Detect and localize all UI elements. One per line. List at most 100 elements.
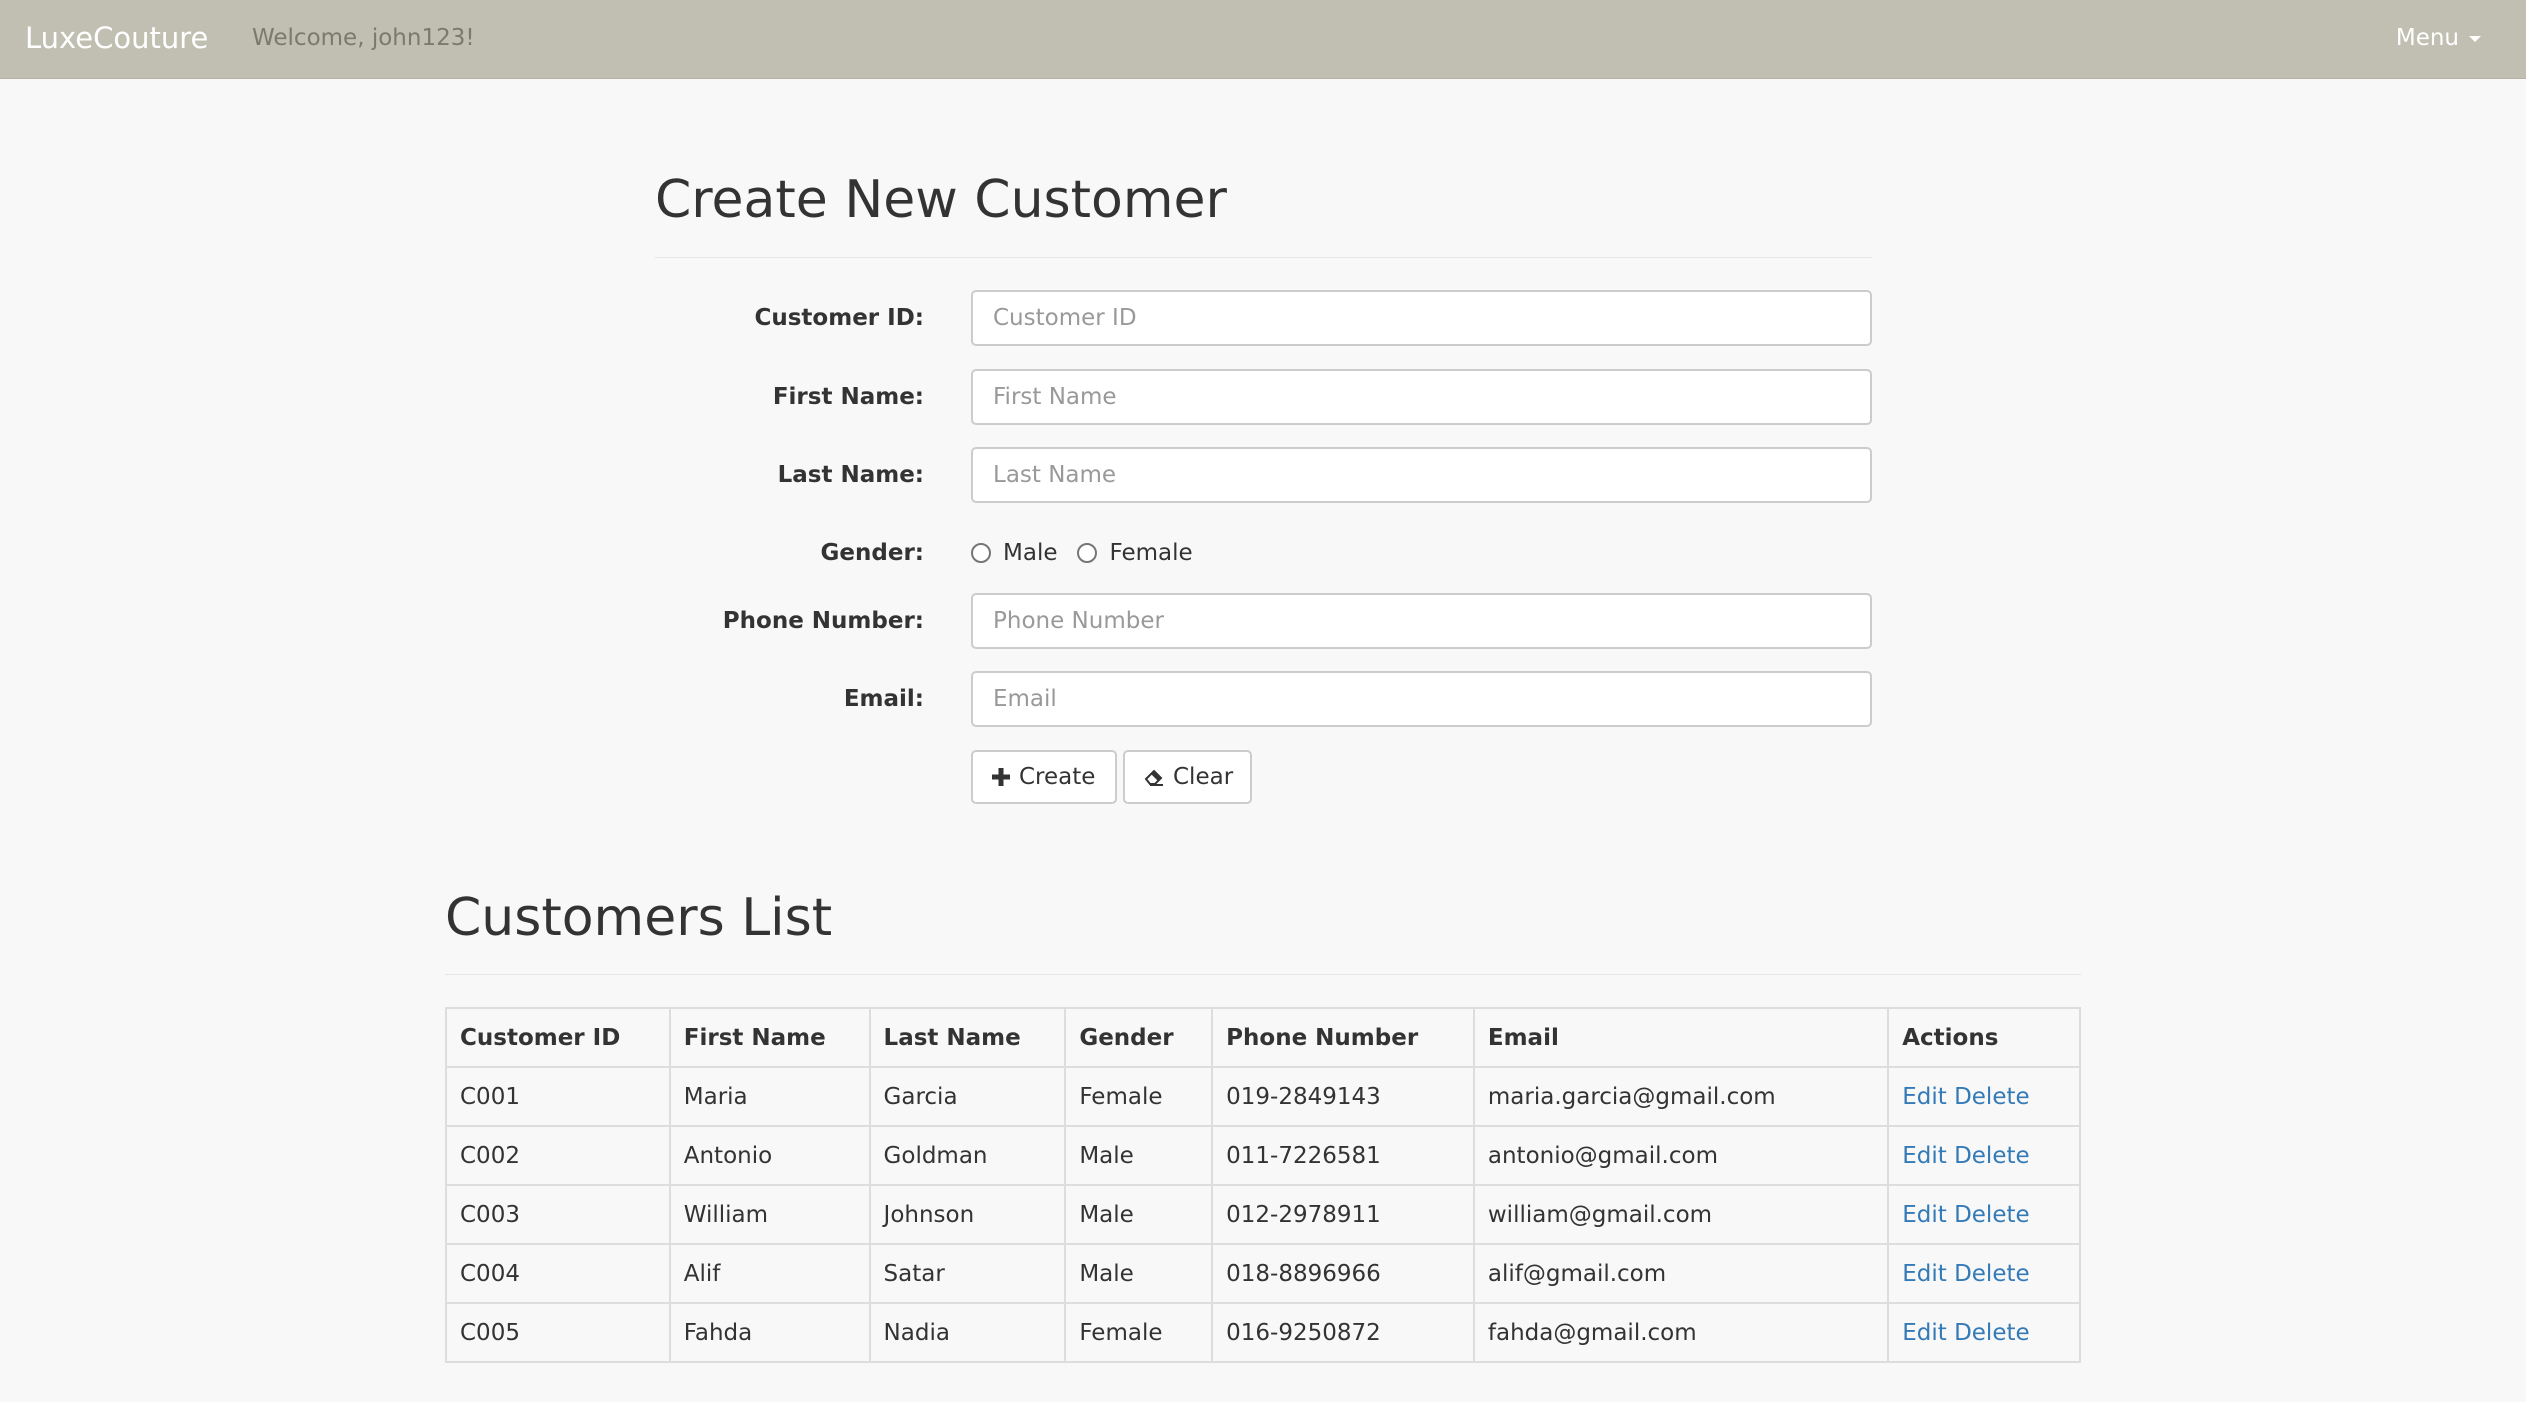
cell-customer-id: C004 (445, 1243, 671, 1304)
email-input[interactable] (971, 671, 1872, 727)
delete-link[interactable]: Delete (1954, 1261, 2030, 1287)
gender-radio-group: Male Female (971, 525, 1213, 581)
cell-actions: Edit Delete (1887, 1125, 2081, 1186)
cell-customer-id: C002 (445, 1125, 671, 1186)
eraser-icon (1143, 766, 1165, 788)
gender-female-label: Female (1109, 540, 1193, 566)
phone-label: Phone Number: (722, 608, 924, 634)
column-header-last-name: Last Name (868, 1007, 1067, 1068)
table-row: C004 Alif Satar Male 018-8896966 alif@gm… (445, 1243, 2081, 1304)
create-button-label: Create (1019, 764, 1096, 790)
edit-link[interactable]: Edit (1902, 1320, 1947, 1346)
column-header-first-name: First Name (668, 1007, 871, 1068)
list-heading: Customers List (445, 888, 833, 948)
gender-female-option[interactable]: Female (1077, 540, 1193, 566)
last-name-label: Last Name: (777, 462, 924, 488)
column-header-customer-id: Customer ID (445, 1007, 671, 1068)
cell-customer-id: C005 (445, 1302, 671, 1363)
cell-email: maria.garcia@gmail.com (1472, 1066, 1890, 1127)
cell-email: william@gmail.com (1472, 1184, 1890, 1245)
delete-link[interactable]: Delete (1954, 1320, 2030, 1346)
brand-logo[interactable]: LuxeCouture (25, 0, 208, 78)
column-header-email: Email (1472, 1007, 1890, 1068)
edit-link[interactable]: Edit (1902, 1261, 1947, 1287)
cell-gender: Female (1064, 1066, 1214, 1127)
delete-link[interactable]: Delete (1954, 1202, 2030, 1228)
menu-label: Menu (2395, 25, 2459, 51)
list-heading-divider (445, 974, 2081, 975)
cell-gender: Male (1064, 1125, 1214, 1186)
welcome-message: Welcome, john123! (252, 25, 475, 51)
table-row: C003 William Johnson Male 012-2978911 wi… (445, 1184, 2081, 1245)
cell-first-name: Maria (668, 1066, 871, 1127)
table-row: C001 Maria Garcia Female 019-2849143 mar… (445, 1066, 2081, 1127)
cell-phone: 019-2849143 (1211, 1066, 1475, 1127)
email-label: Email: (843, 686, 924, 712)
cell-last-name: Nadia (868, 1302, 1067, 1363)
edit-link[interactable]: Edit (1902, 1084, 1947, 1110)
cell-customer-id: C003 (445, 1184, 671, 1245)
last-name-input[interactable] (971, 447, 1872, 503)
last-name-row: Last Name: (655, 447, 1872, 503)
plus-icon (991, 767, 1011, 787)
table-header-row: Customer ID First Name Last Name Gender … (445, 1007, 2081, 1068)
cell-actions: Edit Delete (1887, 1243, 2081, 1304)
cell-gender: Male (1064, 1243, 1214, 1304)
column-header-actions: Actions (1887, 1007, 2081, 1068)
gender-label: Gender: (820, 540, 924, 566)
caret-down-icon (2469, 35, 2481, 42)
cell-last-name: Garcia (868, 1066, 1067, 1127)
cell-first-name: Antonio (668, 1125, 871, 1186)
table-row: C002 Antonio Goldman Male 011-7226581 an… (445, 1125, 2081, 1186)
phone-row: Phone Number: (655, 593, 1872, 649)
form-heading-divider (655, 257, 1872, 258)
customer-id-row: Customer ID: (655, 290, 1872, 346)
column-header-gender: Gender (1064, 1007, 1214, 1068)
cell-first-name: Alif (668, 1243, 871, 1304)
cell-phone: 011-7226581 (1211, 1125, 1475, 1186)
gender-female-radio[interactable] (1077, 543, 1098, 563)
cell-customer-id: C001 (445, 1066, 671, 1127)
form-buttons-row: Create Clear (655, 750, 1872, 806)
cell-gender: Male (1064, 1184, 1214, 1245)
cell-last-name: Johnson (868, 1184, 1067, 1245)
customer-id-label: Customer ID: (754, 305, 924, 331)
cell-last-name: Satar (868, 1243, 1067, 1304)
cell-phone: 012-2978911 (1211, 1184, 1475, 1245)
menu-dropdown[interactable]: Menu (2396, 0, 2481, 78)
gender-row: Gender: Male Female (655, 525, 1872, 581)
column-header-phone: Phone Number (1211, 1007, 1475, 1068)
first-name-input[interactable] (971, 369, 1872, 425)
table-row: C005 Fahda Nadia Female 016-9250872 fahd… (445, 1302, 2081, 1363)
cell-phone: 018-8896966 (1211, 1243, 1475, 1304)
cell-email: antonio@gmail.com (1472, 1125, 1890, 1186)
navbar: LuxeCouture Welcome, john123! Menu (0, 0, 2526, 79)
cell-email: alif@gmail.com (1472, 1243, 1890, 1304)
cell-gender: Female (1064, 1302, 1214, 1363)
clear-button[interactable]: Clear (1123, 750, 1252, 804)
first-name-label: First Name: (772, 384, 924, 410)
edit-link[interactable]: Edit (1902, 1143, 1947, 1169)
gender-male-radio[interactable] (971, 543, 991, 563)
cell-actions: Edit Delete (1887, 1066, 2081, 1127)
customer-id-input[interactable] (971, 290, 1872, 346)
gender-male-option[interactable]: Male (971, 540, 1057, 566)
customers-table: Customer ID First Name Last Name Gender … (445, 1007, 2081, 1363)
cell-actions: Edit Delete (1887, 1302, 2081, 1363)
phone-input[interactable] (971, 593, 1872, 649)
form-heading: Create New Customer (655, 170, 1227, 230)
clear-button-label: Clear (1173, 764, 1234, 790)
delete-link[interactable]: Delete (1954, 1143, 2030, 1169)
delete-link[interactable]: Delete (1954, 1084, 2030, 1110)
cell-phone: 016-9250872 (1211, 1302, 1475, 1363)
cell-first-name: Fahda (668, 1302, 871, 1363)
edit-link[interactable]: Edit (1902, 1202, 1947, 1228)
cell-last-name: Goldman (868, 1125, 1067, 1186)
gender-male-label: Male (1003, 540, 1058, 566)
first-name-row: First Name: (655, 369, 1872, 425)
email-row: Email: (655, 671, 1872, 727)
cell-actions: Edit Delete (1887, 1184, 2081, 1245)
cell-email: fahda@gmail.com (1472, 1302, 1890, 1363)
cell-first-name: William (668, 1184, 871, 1245)
create-button[interactable]: Create (971, 750, 1117, 804)
